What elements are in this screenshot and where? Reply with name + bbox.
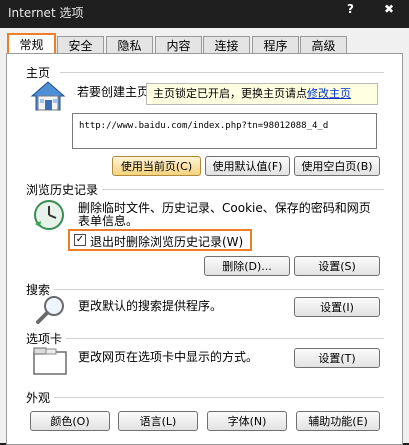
tabs-window-icon bbox=[32, 346, 68, 379]
tabs-divider bbox=[66, 338, 384, 339]
tab-general[interactable]: 常规 bbox=[7, 33, 56, 55]
home-group-label: 主页 bbox=[26, 64, 55, 81]
history-description-line1: 删除临时文件、历史记录、Cookie、保存的密码和网页 bbox=[78, 201, 371, 215]
home-lock-tooltip: 主页锁定已开启，更换主页请点修改主页 bbox=[146, 83, 378, 105]
home-url-input[interactable]: http://www.baidu.com/index.php?tn=980120… bbox=[72, 113, 377, 149]
use-current-button[interactable]: 使用当前页(C) bbox=[112, 156, 201, 176]
tabs-settings-button[interactable]: 设置(T) bbox=[294, 348, 380, 368]
tabs-description: 更改网页在选项卡中显示的方式。 bbox=[78, 350, 259, 364]
history-description-line2: 表单信息。 bbox=[78, 214, 139, 228]
tab-content[interactable]: 内容 bbox=[155, 36, 202, 54]
window-title: Internet 选项 bbox=[8, 6, 84, 20]
use-default-button[interactable]: 使用默认值(F) bbox=[205, 156, 290, 176]
history-settings-button[interactable]: 设置(S) bbox=[294, 256, 380, 276]
tab-security[interactable]: 安全 bbox=[57, 36, 104, 54]
close-icon[interactable]: ✖ bbox=[384, 2, 394, 16]
appearance-group-label: 外观 bbox=[26, 389, 55, 406]
delete-on-exit-option[interactable]: ✓ 退出时删除浏览历史记录(W) bbox=[68, 229, 252, 251]
delete-history-button[interactable]: 删除(D)... bbox=[204, 256, 290, 276]
delete-on-exit-checkbox[interactable]: ✓ bbox=[74, 234, 86, 246]
home-divider bbox=[60, 72, 384, 73]
home-icon bbox=[30, 80, 66, 117]
search-magnifier-icon bbox=[34, 294, 68, 329]
help-icon[interactable]: ? bbox=[347, 2, 354, 16]
search-description: 更改默认的搜索提供程序。 bbox=[78, 299, 223, 313]
tab-advanced[interactable]: 高级 bbox=[300, 36, 347, 54]
tooltip-text: 主页锁定已开启，更换主页请点 bbox=[153, 87, 307, 100]
search-divider bbox=[54, 289, 384, 290]
history-clock-icon bbox=[32, 198, 66, 235]
title-bar: Internet 选项 ? ✖ bbox=[0, 0, 409, 28]
appearance-divider bbox=[54, 397, 384, 398]
tab-connections[interactable]: 连接 bbox=[203, 36, 250, 54]
change-home-link[interactable]: 修改主页 bbox=[307, 87, 351, 100]
delete-on-exit-label: 退出时删除浏览历史记录(W) bbox=[90, 235, 244, 249]
languages-button[interactable]: 语言(L) bbox=[118, 411, 198, 431]
accessibility-button[interactable]: 辅助功能(E) bbox=[296, 411, 380, 431]
tab-privacy[interactable]: 隐私 bbox=[106, 36, 153, 54]
tabs-group-label: 选项卡 bbox=[26, 330, 67, 347]
search-settings-button[interactable]: 设置(I) bbox=[294, 297, 380, 317]
tab-strip: 常规 安全 隐私 内容 连接 程序 高级 bbox=[0, 33, 409, 55]
history-divider bbox=[102, 189, 384, 190]
use-blank-button[interactable]: 使用空白页(B) bbox=[294, 156, 380, 176]
history-group-label: 浏览历史记录 bbox=[26, 181, 103, 198]
home-description: 若要创建主页 bbox=[77, 85, 150, 99]
colors-button[interactable]: 颜色(O) bbox=[30, 411, 110, 431]
tab-programs[interactable]: 程序 bbox=[252, 36, 299, 54]
fonts-button[interactable]: 字体(N) bbox=[207, 411, 287, 431]
